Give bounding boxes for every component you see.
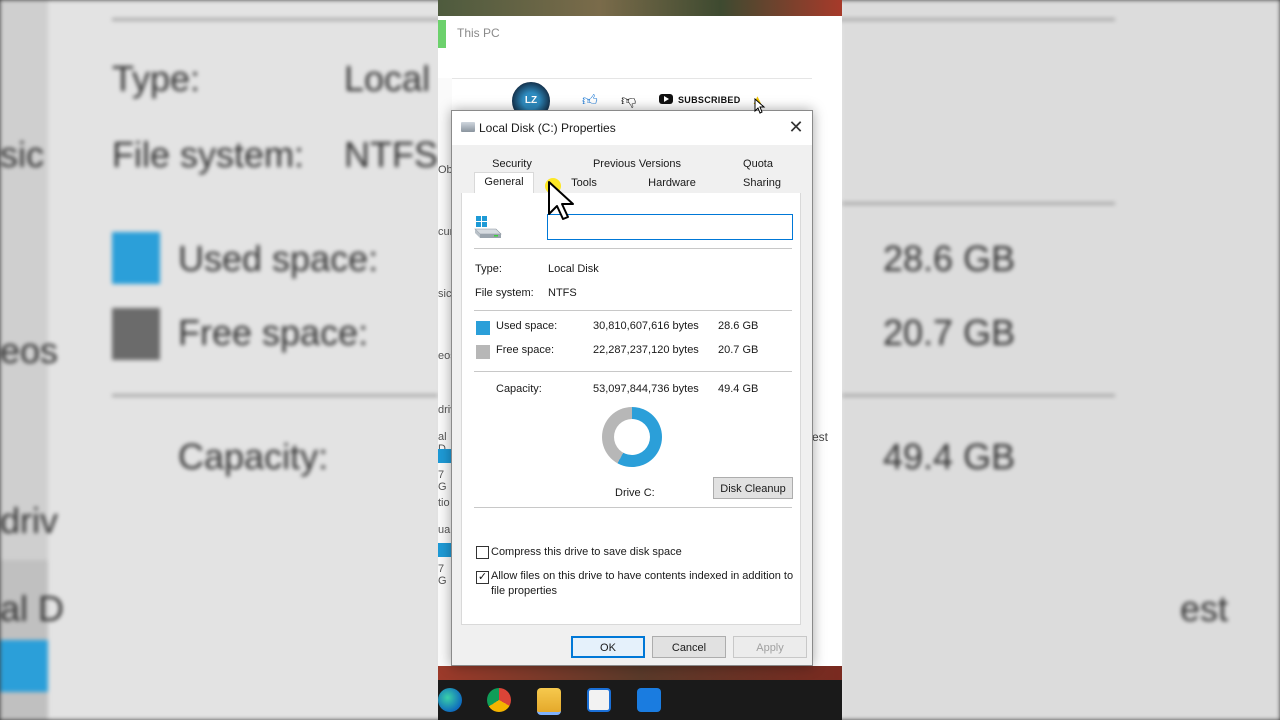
type-value: Local Disk bbox=[548, 263, 599, 275]
explorer-fragment: sic bbox=[438, 288, 452, 300]
desktop-wallpaper-strip bbox=[438, 666, 842, 680]
compress-checkbox[interactable] bbox=[476, 546, 489, 559]
explorer-fragment: 7 G bbox=[438, 563, 447, 587]
capacity-gb: 49.4 GB bbox=[718, 383, 759, 395]
used-space-label: Used space: bbox=[496, 320, 558, 332]
divider bbox=[474, 248, 792, 249]
file-system-label: File system: bbox=[475, 287, 534, 299]
tab-general[interactable]: General bbox=[474, 172, 534, 194]
background-used-label: Used space: bbox=[178, 238, 379, 279]
disk-cleanup-button[interactable]: Disk Cleanup bbox=[713, 477, 793, 499]
background-capacity-value: 49.4 GB bbox=[883, 436, 1016, 477]
used-space-gb: 28.6 GB bbox=[718, 320, 759, 332]
background-divider bbox=[112, 394, 438, 397]
background-fragment: est bbox=[1180, 588, 1229, 629]
cancel-button[interactable]: Cancel bbox=[652, 636, 726, 658]
mouse-cursor bbox=[545, 178, 577, 222]
background-used-swatch bbox=[112, 232, 160, 284]
explorer-bar-swatch bbox=[438, 543, 452, 557]
background-divider bbox=[842, 202, 1115, 205]
background-type-label: Type: bbox=[112, 58, 201, 99]
type-label: Type: bbox=[475, 263, 502, 275]
free-space-label: Free space: bbox=[496, 344, 555, 356]
index-checkbox[interactable]: ✓ bbox=[476, 571, 489, 584]
drive-name-input[interactable] bbox=[547, 214, 793, 240]
explorer-left-strip: Ob cun sic eos driv al D 7 G tio ual 7 G bbox=[438, 78, 456, 666]
youtube-icon bbox=[659, 94, 673, 104]
background-fragment: sic bbox=[0, 134, 44, 175]
divider bbox=[474, 310, 792, 311]
explorer-fragment: est bbox=[812, 430, 829, 444]
file-system-value: NTFS bbox=[548, 287, 577, 299]
general-tab-panel: Type: Local Disk File system: NTFS Used … bbox=[461, 193, 801, 625]
tab-hardware[interactable]: Hardware bbox=[640, 174, 704, 192]
background-fragment: eos bbox=[0, 330, 59, 371]
background-fs-value: NTFS bbox=[344, 134, 438, 175]
subscribed-button[interactable]: SUBSCRIBED bbox=[659, 94, 741, 105]
index-label-line1[interactable]: Allow files on this drive to have conten… bbox=[491, 570, 793, 582]
file-explorer-icon[interactable] bbox=[537, 688, 561, 715]
explorer-bar-swatch bbox=[438, 449, 452, 463]
explorer-title[interactable]: This PC bbox=[457, 26, 500, 40]
desktop-wallpaper-strip bbox=[438, 0, 842, 16]
explorer-fragment: tio bbox=[438, 497, 450, 509]
compress-label[interactable]: Compress this drive to save disk space bbox=[491, 546, 682, 558]
used-space-bytes: 30,810,607,616 bytes bbox=[593, 320, 699, 332]
free-space-swatch bbox=[476, 345, 490, 359]
like-icon[interactable]: 👍︎ bbox=[582, 92, 598, 110]
chrome-icon[interactable] bbox=[487, 688, 511, 712]
explorer-address-bar: This PC bbox=[438, 16, 842, 79]
background-fragment: al D bbox=[0, 588, 65, 629]
capacity-label: Capacity: bbox=[496, 383, 542, 395]
background-free-value: 20.7 GB bbox=[883, 312, 1016, 353]
background-fragment: driv bbox=[0, 500, 59, 541]
used-space-swatch bbox=[476, 321, 490, 335]
explorer-right-strip: est bbox=[812, 78, 842, 666]
divider bbox=[474, 507, 792, 508]
tab-security[interactable]: Security bbox=[482, 155, 542, 173]
close-icon[interactable]: ✕ bbox=[784, 117, 808, 139]
pointer-arrow-icon bbox=[754, 98, 766, 114]
tab-previous-versions[interactable]: Previous Versions bbox=[587, 155, 687, 173]
free-space-gb: 20.7 GB bbox=[718, 344, 759, 356]
background-swatch bbox=[0, 640, 48, 692]
subscribed-label: SUBSCRIBED bbox=[678, 95, 741, 105]
disk-usage-donut bbox=[602, 407, 662, 467]
hard-drive-icon bbox=[474, 216, 502, 238]
mail-icon[interactable] bbox=[637, 688, 661, 712]
tab-quota[interactable]: Quota bbox=[733, 155, 783, 173]
background-fs-label: File system: bbox=[112, 134, 305, 175]
ok-button[interactable]: OK bbox=[571, 636, 645, 658]
background-capacity-label: Capacity: bbox=[178, 436, 329, 477]
explorer-fragment: 7 G bbox=[438, 469, 447, 493]
capacity-bytes: 53,097,844,736 bytes bbox=[593, 383, 699, 395]
edge-icon[interactable] bbox=[438, 688, 462, 712]
dialog-titlebar[interactable]: Local Disk (C:) Properties ✕ bbox=[452, 111, 812, 145]
drive-icon bbox=[461, 122, 475, 132]
divider bbox=[474, 371, 792, 372]
store-icon[interactable] bbox=[587, 688, 611, 712]
dialog-title: Local Disk (C:) Properties bbox=[479, 121, 616, 135]
background-used-value: 28.6 GB bbox=[883, 238, 1016, 279]
dislike-icon[interactable]: 👎︎ bbox=[621, 92, 636, 110]
background-free-swatch bbox=[112, 308, 160, 360]
drive-label: Drive C: bbox=[615, 487, 655, 499]
background-free-label: Free space: bbox=[178, 312, 369, 353]
pointer-arrow-icon bbox=[548, 181, 574, 220]
apply-button[interactable]: Apply bbox=[733, 636, 807, 658]
index-label-line2[interactable]: file properties bbox=[491, 585, 557, 597]
properties-dialog: Local Disk (C:) Properties ✕ Security Pr… bbox=[451, 110, 813, 666]
taskbar bbox=[438, 680, 842, 720]
background-divider bbox=[842, 394, 1115, 397]
tab-sharing[interactable]: Sharing bbox=[736, 174, 788, 192]
explorer-accent bbox=[438, 20, 446, 48]
free-space-bytes: 22,287,237,120 bytes bbox=[593, 344, 699, 356]
